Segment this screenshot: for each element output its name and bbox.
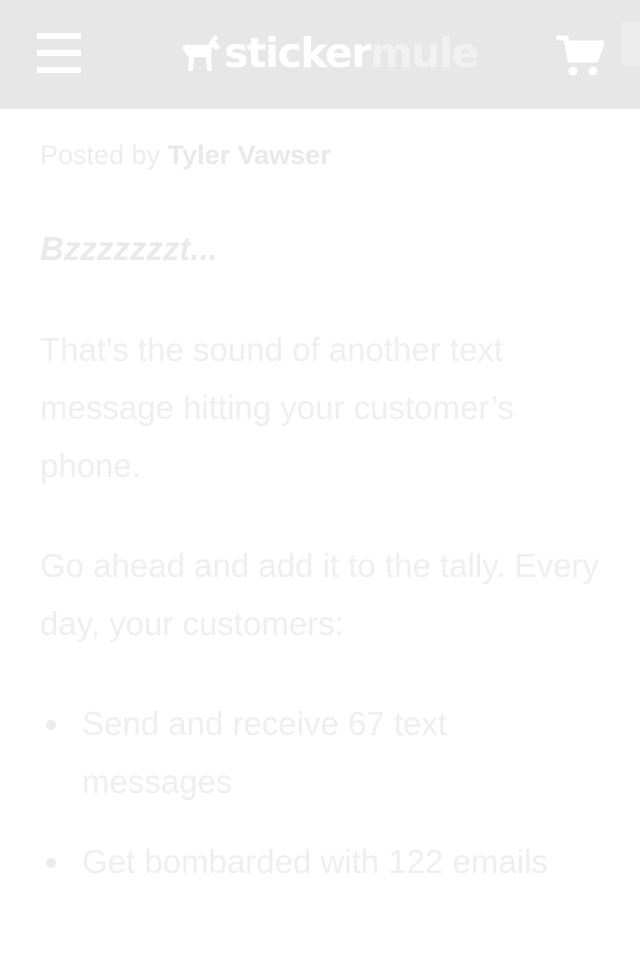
hamburger-menu-icon[interactable] bbox=[37, 33, 81, 73]
list-item-text: Get bombarded with 122 emails bbox=[82, 843, 548, 880]
menu-line bbox=[37, 50, 81, 56]
stats-list: Send and receive 67 text messages Get bo… bbox=[40, 695, 600, 913]
bullet-icon bbox=[46, 720, 56, 730]
menu-line bbox=[37, 67, 81, 73]
post-paragraph: Go ahead and add it to the tally. Every … bbox=[40, 547, 599, 642]
list-item: Get bombarded with 122 emails bbox=[40, 833, 600, 891]
mule-logo-icon bbox=[182, 35, 220, 71]
top-nav-bar: sticker mule bbox=[0, 0, 640, 109]
logo-text-mule: mule bbox=[370, 29, 479, 77]
list-item: Send and receive 67 text messages bbox=[40, 695, 600, 811]
stickermule-logo[interactable]: sticker mule bbox=[180, 29, 479, 77]
byline-prefix: Posted by bbox=[40, 140, 161, 170]
list-item-text: Send and receive 67 text messages bbox=[82, 705, 448, 800]
post-paragraph: That's the sound of another text message… bbox=[40, 331, 514, 484]
author-link[interactable]: Tyler Vawser bbox=[168, 140, 331, 170]
bullet-icon bbox=[46, 858, 56, 868]
logo-text-sticker: sticker bbox=[224, 29, 372, 77]
shopping-cart-icon[interactable] bbox=[556, 34, 604, 78]
post-lead: Bzzzzzzzt... bbox=[40, 230, 218, 267]
post-byline: Posted by Tyler Vawser bbox=[40, 139, 331, 171]
edge-tab bbox=[622, 22, 640, 66]
menu-line bbox=[37, 33, 81, 39]
